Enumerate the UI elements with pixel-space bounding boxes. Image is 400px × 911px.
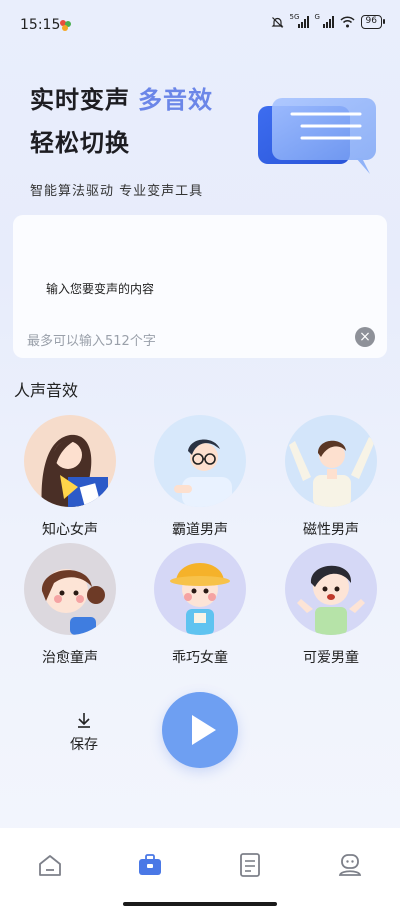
status-icons: 5G G 96: [271, 13, 386, 29]
wifi-icon: [340, 16, 355, 28]
battery-indicator: 96: [360, 15, 386, 29]
voice-label: 磁性男声: [303, 522, 359, 538]
status-time: 15:15: [20, 17, 61, 33]
voice-option-keai[interactable]: 可爱男童: [276, 543, 386, 667]
signal-icon: 5G: [290, 13, 309, 28]
girl-avatar-icon: [41, 569, 105, 635]
girl-hat-avatar-icon: [170, 563, 230, 635]
hero-banner: 实时变声 多音效 轻松切换 智能算法驱动 专业变声工具: [30, 80, 213, 199]
man-waving-avatar-icon: [289, 437, 375, 507]
voice-label: 治愈童声: [42, 650, 98, 666]
download-icon: [78, 713, 90, 728]
hero-title-line2: 轻松切换: [30, 129, 130, 157]
avatar: [154, 543, 246, 635]
save-label: 保存: [70, 737, 98, 753]
voice-option-zhixin[interactable]: 知心女声: [15, 415, 125, 539]
woman-avatar-icon: [41, 434, 108, 507]
voice-option-badao[interactable]: 霸道男声: [145, 415, 255, 539]
voice-label: 乖巧女童: [172, 650, 228, 666]
voice-option-cixing[interactable]: 磁性男声: [276, 415, 386, 539]
text-input-card[interactable]: 输入您要变声的内容 最多可以输入512个字 ×: [13, 215, 387, 358]
avatar: [285, 415, 377, 507]
document-icon[interactable]: [237, 852, 263, 878]
avatar: [24, 543, 116, 635]
profile-icon[interactable]: [337, 852, 363, 878]
save-button[interactable]: 保存: [64, 712, 104, 754]
home-indicator: [123, 902, 277, 906]
voice-text-input[interactable]: 输入您要变声的内容: [46, 280, 154, 297]
close-icon: ×: [359, 329, 371, 345]
avatar: [285, 543, 377, 635]
hero-subtitle: 智能算法驱动 专业变声工具: [30, 184, 204, 199]
voice-label: 可爱男童: [303, 650, 359, 666]
voice-label: 霸道男声: [172, 522, 228, 538]
clear-button[interactable]: ×: [355, 327, 375, 347]
avatar: [24, 415, 116, 507]
input-hint: 最多可以输入512个字: [27, 334, 156, 349]
signal-icon: G: [315, 13, 334, 28]
home-icon[interactable]: [37, 852, 63, 878]
hero-title: 实时变声 多音效: [30, 86, 213, 114]
hero-title-accent: 多音效: [138, 86, 213, 114]
play-button[interactable]: [162, 692, 238, 768]
man-glasses-avatar-icon: [174, 439, 232, 507]
bell-muted-icon: [271, 16, 283, 28]
boy-avatar-icon: [297, 565, 365, 635]
section-title: 人声音效: [14, 381, 79, 400]
status-bar: 15:15 5G G 96: [0, 0, 400, 50]
app-notification-icon: [60, 20, 71, 31]
toolbox-icon[interactable]: [137, 852, 163, 878]
bottom-tab-bar: [0, 828, 400, 911]
voice-option-zhiyu[interactable]: 治愈童声: [15, 543, 125, 667]
chat-bubble-illustration: [258, 98, 376, 174]
avatar: [154, 415, 246, 507]
voice-label: 知心女声: [42, 522, 98, 538]
voice-option-guaiqiao[interactable]: 乖巧女童: [145, 543, 255, 667]
